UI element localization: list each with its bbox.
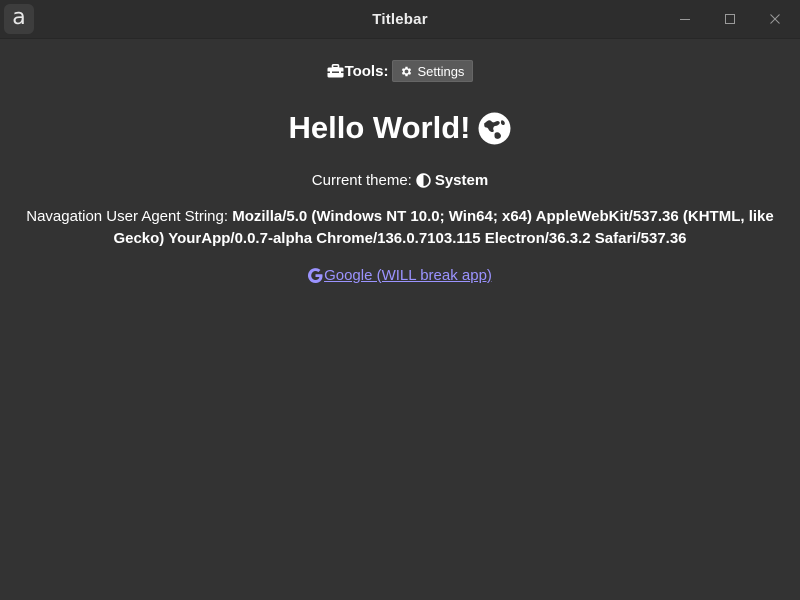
settings-button[interactable]: Settings bbox=[392, 60, 474, 82]
page-heading: Hello World! bbox=[0, 107, 800, 149]
tools-bar: Tools: Settings bbox=[0, 59, 800, 83]
titlebar[interactable]: a Titlebar bbox=[0, 0, 800, 39]
app-window: a Titlebar Tools: Settings Hello World! … bbox=[0, 0, 800, 600]
toolbox-icon bbox=[327, 64, 344, 78]
globe-icon bbox=[479, 112, 511, 144]
main-content: Tools: Settings Hello World! Current the… bbox=[0, 39, 800, 600]
half-circle-contrast-icon bbox=[416, 172, 431, 188]
theme-row: Current theme: System bbox=[0, 169, 800, 191]
google-link-label: Google (WILL break app) bbox=[324, 266, 492, 284]
settings-button-label: Settings bbox=[417, 63, 465, 79]
maximize-icon bbox=[725, 14, 735, 24]
theme-label: Current theme: bbox=[311, 171, 412, 189]
theme-value-group: System bbox=[412, 172, 488, 189]
google-link[interactable]: Google (WILL break app) bbox=[308, 267, 492, 284]
minimize-icon bbox=[680, 19, 690, 20]
google-link-row: Google (WILL break app) bbox=[0, 263, 800, 287]
minimize-button[interactable] bbox=[662, 0, 708, 38]
close-icon bbox=[770, 14, 780, 24]
heading-text: Hello World! bbox=[288, 110, 471, 145]
tools-label-group: Tools: bbox=[327, 62, 389, 80]
user-agent-block: Navagation User Agent String: Mozilla/5.… bbox=[8, 206, 792, 250]
google-g-icon bbox=[308, 267, 323, 283]
gear-icon bbox=[402, 66, 412, 76]
tools-label: Tools: bbox=[344, 62, 389, 80]
theme-value: System bbox=[434, 171, 489, 189]
user-agent-label: Navagation User Agent String: bbox=[26, 208, 229, 225]
maximize-button[interactable] bbox=[707, 0, 753, 38]
close-button[interactable] bbox=[752, 0, 798, 38]
